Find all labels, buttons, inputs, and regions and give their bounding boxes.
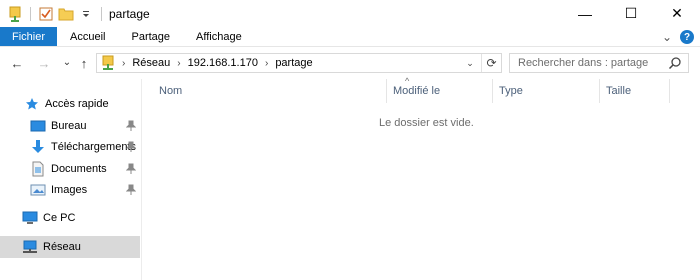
sidebar-item-label: Réseau (43, 241, 81, 253)
title-bar: partage — ☐ ✕ (0, 0, 700, 27)
ribbon-tabs: Fichier Accueil Partage Affichage ⌄ ? (0, 27, 700, 47)
file-list: ^ Nom Modifié le Type Taille Le dossier … (143, 76, 700, 280)
customize-dropdown-icon[interactable] (78, 6, 94, 22)
tab-accueil[interactable]: Accueil (57, 27, 118, 46)
toolbar-separator (30, 6, 31, 21)
breadcrumb-separator[interactable]: › (122, 58, 125, 69)
pictures-icon (30, 182, 46, 198)
sidebar-item-reseau[interactable]: Réseau (0, 236, 140, 258)
search-placeholder: Rechercher dans : partage (518, 57, 649, 69)
navigation-bar: ← → ⌄ ↑ › Réseau › 192.168.1.170 › parta… (0, 47, 700, 79)
tab-fichier[interactable]: Fichier (0, 27, 58, 46)
forward-button[interactable]: → (35, 54, 53, 72)
expand-ribbon-icon[interactable]: ⌄ (662, 30, 672, 44)
desktop-icon (30, 118, 46, 134)
pin-icon[interactable] (125, 163, 137, 175)
up-button[interactable]: ↑ (75, 54, 93, 72)
ribbon-right-controls: ⌄ ? (662, 27, 694, 47)
tab-affichage[interactable]: Affichage (183, 27, 255, 46)
pin-icon[interactable] (125, 120, 137, 132)
breadcrumb-reseau[interactable]: Réseau (132, 57, 170, 69)
documents-icon (30, 161, 46, 177)
address-bar[interactable]: › Réseau › 192.168.1.170 › partage ⌄ ⟳ (96, 53, 502, 73)
sidebar-item-acces-rapide[interactable]: Accès rapide (0, 93, 140, 115)
star-icon (24, 96, 40, 112)
sidebar-item-documents[interactable]: Documents (0, 158, 140, 180)
network-icon (22, 239, 38, 255)
breadcrumb-separator[interactable]: › (177, 58, 180, 69)
column-header-label: Taille (606, 85, 632, 97)
window-controls: — ☐ ✕ (562, 0, 700, 27)
search-icon (668, 56, 682, 73)
sidebar-item-label: Ce PC (43, 212, 76, 224)
sidebar-item-images[interactable]: Images (0, 179, 140, 201)
empty-folder-message: Le dossier est vide. (379, 117, 474, 129)
new-folder-icon[interactable] (58, 6, 74, 22)
column-header-nom[interactable]: Nom (153, 79, 386, 103)
sidebar-item-ce-pc[interactable]: Ce PC (0, 207, 140, 229)
column-header-label: Type (499, 85, 523, 97)
toolbar-separator (101, 6, 102, 21)
download-icon (30, 139, 46, 155)
close-button[interactable]: ✕ (654, 0, 700, 27)
sidebar-item-bureau[interactable]: Bureau (0, 115, 140, 137)
quick-access-toolbar (0, 0, 105, 27)
navigation-pane: Accès rapide Bureau Téléchargements Docu… (0, 79, 142, 280)
sidebar-item-label: Bureau (51, 120, 87, 132)
refresh-button[interactable]: ⟳ (481, 54, 501, 72)
pin-icon[interactable] (125, 184, 137, 196)
checkbox-icon[interactable] (38, 6, 54, 22)
maximize-button[interactable]: ☐ (608, 0, 654, 27)
recent-locations-button[interactable]: ⌄ (58, 53, 76, 71)
sidebar-item-label: Téléchargements (51, 141, 136, 153)
breadcrumb-separator[interactable]: › (265, 58, 268, 69)
back-button[interactable]: ← (8, 54, 26, 72)
sidebar-item-label: Accès rapide (45, 98, 109, 110)
minimize-button[interactable]: — (562, 0, 608, 27)
column-header-modifie-le[interactable]: Modifié le (386, 79, 493, 103)
breadcrumb-host[interactable]: 192.168.1.170 (188, 57, 258, 69)
window-title: partage (109, 6, 150, 21)
breadcrumb-partage[interactable]: partage (275, 57, 312, 69)
column-header-type[interactable]: Type (493, 79, 600, 103)
pin-icon[interactable] (125, 141, 137, 153)
address-dropdown-button[interactable]: ⌄ (461, 54, 479, 72)
properties-icon[interactable] (7, 6, 23, 22)
column-header-label: Nom (159, 85, 183, 97)
computer-icon (22, 210, 38, 226)
sidebar-item-label: Documents (51, 163, 107, 175)
column-header-label: Modifié le (393, 85, 441, 97)
network-location-icon (101, 55, 115, 71)
help-icon[interactable]: ? (680, 30, 694, 44)
search-input[interactable]: Rechercher dans : partage (509, 53, 689, 73)
tab-partage[interactable]: Partage (118, 27, 183, 46)
sidebar-item-label: Images (51, 184, 88, 196)
column-header-taille[interactable]: Taille (600, 79, 670, 103)
sidebar-item-telechargements[interactable]: Téléchargements (0, 136, 140, 158)
